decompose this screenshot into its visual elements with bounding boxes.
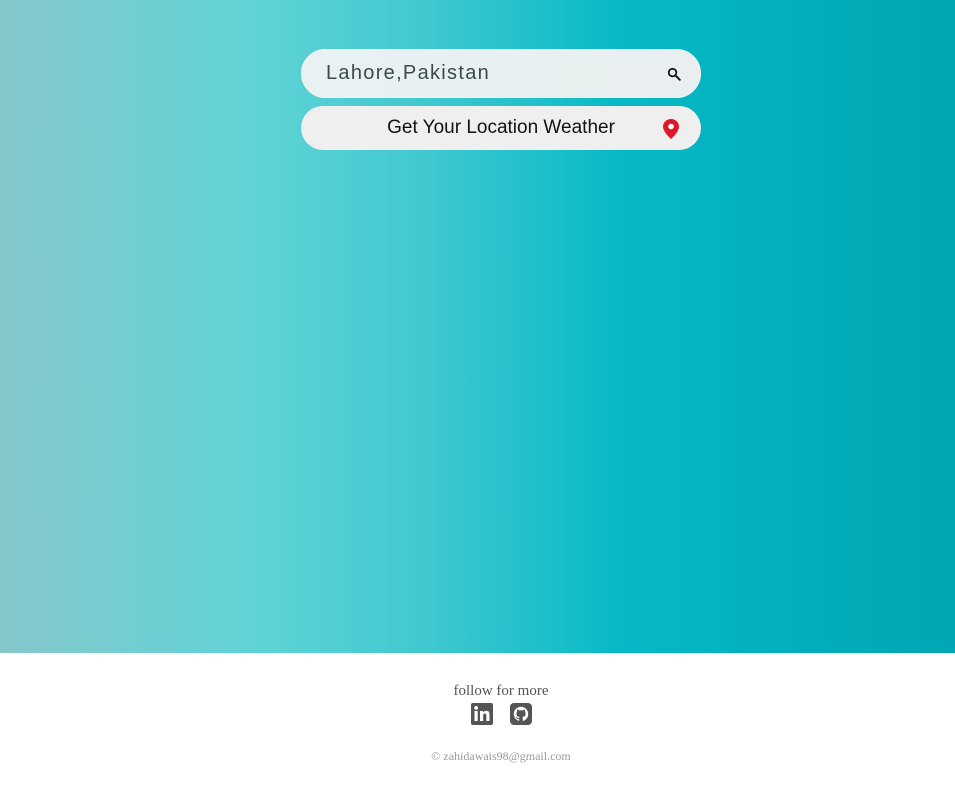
map-pin-icon <box>663 119 679 139</box>
footer: follow for more © zahidawais98@gmail.com <box>0 653 955 785</box>
contact-email[interactable]: zahidawais98@gmail.com <box>443 749 570 763</box>
github-icon[interactable] <box>509 702 533 726</box>
location-button-label: Get Your Location Weather <box>387 117 615 138</box>
copyright: © zahidawais98@gmail.com <box>0 749 955 764</box>
city-search-input[interactable] <box>326 50 646 97</box>
weather-hero-background: Get Your Location Weather <box>0 0 955 653</box>
follow-text: follow for more <box>453 683 549 699</box>
copyright-symbol: © <box>431 749 441 763</box>
search-box <box>301 49 701 98</box>
search-icon[interactable] <box>662 62 686 86</box>
linkedin-icon[interactable] <box>470 702 494 726</box>
get-location-weather-button[interactable]: Get Your Location Weather <box>301 106 701 150</box>
